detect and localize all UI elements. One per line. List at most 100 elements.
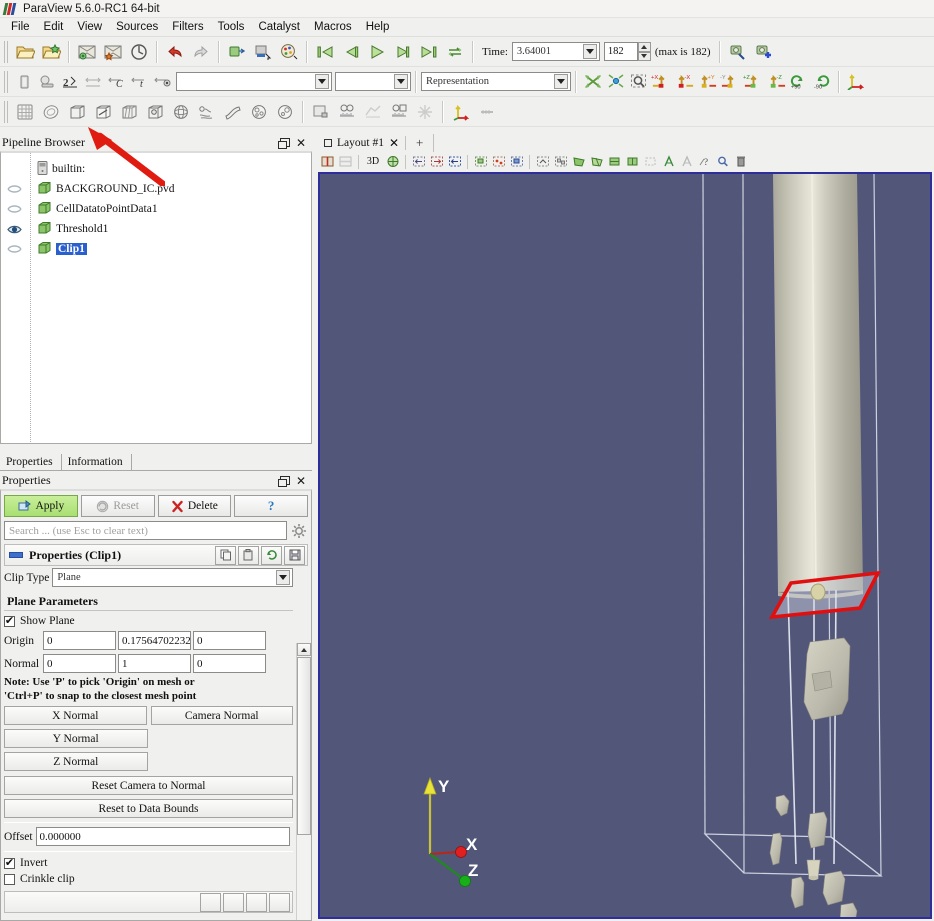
interactive-select-icon[interactable]	[588, 153, 605, 170]
clip-type-combo[interactable]: Plane	[52, 568, 293, 587]
crinkle-clip-checkbox[interactable]	[4, 873, 15, 885]
adjust-camera-icon[interactable]	[725, 39, 751, 65]
frustum-select-icon[interactable]	[570, 153, 587, 170]
visibility-toggle-icon[interactable]	[5, 244, 23, 254]
threshold-icon[interactable]	[116, 99, 142, 125]
rescale-custom-icon[interactable]	[81, 70, 104, 94]
extract-level-icon[interactable]	[272, 99, 298, 125]
capture-icon[interactable]	[384, 153, 401, 170]
surface-icon[interactable]	[35, 70, 58, 94]
previous-frame-icon[interactable]	[338, 39, 364, 65]
offset-input[interactable]: 0.000000	[35, 827, 290, 846]
delete-button[interactable]: Delete	[157, 495, 232, 517]
paste-icon[interactable]	[238, 545, 259, 565]
close-icon[interactable]: ✕	[296, 137, 306, 149]
slice-icon[interactable]	[90, 99, 116, 125]
toolbar-grip[interactable]	[4, 70, 10, 93]
open-file-icon[interactable]	[12, 39, 38, 65]
toolbar-grip[interactable]	[4, 100, 10, 123]
undock-icon[interactable]	[277, 476, 290, 487]
tab-information[interactable]: Information	[62, 454, 132, 470]
recent-files-icon[interactable]	[38, 39, 64, 65]
invert-checkbox[interactable]	[4, 857, 15, 869]
load-state-icon[interactable]	[100, 39, 126, 65]
reset-camera-icon[interactable]	[581, 70, 604, 94]
tab-layout-1[interactable]: Layout #1 ✕	[320, 136, 407, 150]
stream-tracer-icon[interactable]	[194, 99, 220, 125]
camera-normal-button[interactable]: Camera Normal	[150, 706, 293, 725]
next-group-header[interactable]	[4, 891, 293, 913]
help-button[interactable]: ?	[234, 495, 308, 517]
menu-tools[interactable]: Tools	[211, 19, 252, 35]
chevron-down-icon[interactable]	[582, 44, 597, 59]
frame-stepper[interactable]	[637, 42, 651, 61]
rescale-data-range-icon[interactable]: 2	[58, 70, 81, 94]
close-icon[interactable]: ✕	[389, 137, 399, 149]
remove-label-icon[interactable]	[678, 153, 695, 170]
close-icon[interactable]: ✕	[296, 475, 306, 487]
plot-attributes-icon[interactable]	[386, 99, 412, 125]
color-map-editor-icon[interactable]	[276, 39, 302, 65]
clip-icon[interactable]	[64, 99, 90, 125]
color-array-combo[interactable]	[176, 72, 332, 91]
z-normal-button[interactable]: Z Normal	[4, 752, 148, 771]
pipeline-item-clip1[interactable]: Clip1	[1, 239, 311, 259]
zoom-select-icon[interactable]	[714, 153, 731, 170]
x-normal-button[interactable]: X Normal	[4, 706, 147, 725]
representation-combo[interactable]: Representation	[421, 72, 571, 91]
zoom-to-data-icon[interactable]	[604, 70, 627, 94]
normal-y-input[interactable]: 1	[118, 654, 191, 673]
clear-selection-icon[interactable]	[642, 153, 659, 170]
warp-icon[interactable]	[220, 99, 246, 125]
menu-view[interactable]: View	[70, 19, 109, 35]
select-points-through-icon[interactable]	[534, 153, 551, 170]
menu-help[interactable]: Help	[359, 19, 397, 35]
select-points-icon[interactable]	[490, 153, 507, 170]
last-frame-icon[interactable]	[416, 39, 442, 65]
origin-y-input[interactable]: 0.17564702232	[118, 631, 191, 650]
pipeline-browser[interactable]: builtin: BACKGROUND_IC.pvd CellDatatoPoi…	[0, 151, 312, 444]
loop-icon[interactable]	[442, 39, 468, 65]
save-defaults-icon[interactable]	[284, 545, 305, 565]
frame-index-input[interactable]: 182	[603, 42, 638, 61]
center-axes-visibility-icon[interactable]	[474, 99, 500, 125]
hover-cells-icon[interactable]	[624, 153, 641, 170]
normal-x-input[interactable]: 0	[43, 654, 116, 673]
contour-icon[interactable]	[38, 99, 64, 125]
gear-icon[interactable]	[290, 522, 308, 540]
minus-z-icon[interactable]: -Z	[765, 70, 788, 94]
scroll-up-button[interactable]	[297, 643, 311, 656]
first-frame-icon[interactable]	[312, 39, 338, 65]
undo-camera-icon[interactable]	[410, 153, 427, 170]
stepper-down[interactable]	[637, 51, 651, 61]
group-datasets-icon[interactable]	[246, 99, 272, 125]
crinkle-clip-row[interactable]: Crinkle clip	[1, 871, 311, 887]
normal-z-input[interactable]: 0	[193, 654, 266, 673]
calculator-icon[interactable]	[12, 99, 38, 125]
rescale-temporal-icon[interactable]: C	[104, 70, 127, 94]
minus-y-icon[interactable]: -Y	[719, 70, 742, 94]
toolbar-grip[interactable]	[4, 40, 10, 63]
minus-x-icon[interactable]: -X	[673, 70, 696, 94]
y-normal-button[interactable]: Y Normal	[4, 729, 148, 748]
reset-to-data-bounds-button[interactable]: Reset to Data Bounds	[4, 799, 293, 818]
pipeline-item-background-ic[interactable]: BACKGROUND_IC.pvd	[1, 179, 311, 199]
origin-x-input[interactable]: 0	[43, 631, 116, 650]
edit-color-legend-icon[interactable]	[150, 70, 173, 94]
select-cells-through-icon[interactable]	[508, 153, 525, 170]
properties-group-header[interactable]: Properties (Clip1)	[4, 544, 308, 566]
play-icon[interactable]	[364, 39, 390, 65]
chevron-down-icon[interactable]	[276, 570, 290, 585]
rotate-minus90-icon[interactable]: -90	[811, 70, 834, 94]
visibility-toggle-icon[interactable]	[5, 224, 23, 235]
pipeline-item-celldatatopointdata1[interactable]: CellDatatoPointData1	[1, 199, 311, 219]
add-label-icon[interactable]	[660, 153, 677, 170]
select-help-icon[interactable]: ?	[696, 153, 713, 170]
menu-edit[interactable]: Edit	[37, 19, 71, 35]
hover-points-icon[interactable]	[606, 153, 623, 170]
rotate-plus90-icon[interactable]: +90	[788, 70, 811, 94]
zoom-to-box-icon[interactable]	[627, 70, 650, 94]
visibility-toggle-icon[interactable]	[5, 204, 23, 214]
reset-camera-icon[interactable]	[446, 153, 463, 170]
undock-icon[interactable]	[277, 138, 290, 149]
